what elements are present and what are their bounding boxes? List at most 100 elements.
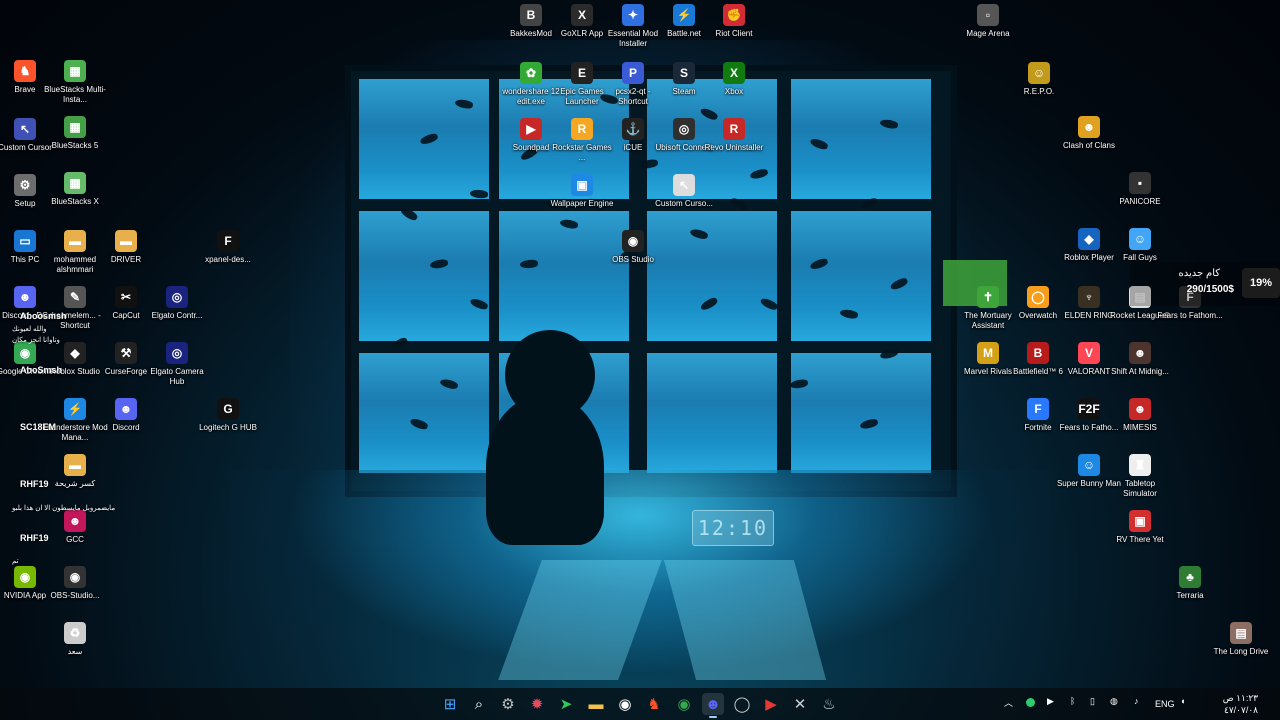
desktop-icon-label: OBS Studio [612,255,654,264]
taskbar-obs-icon[interactable]: ◉ [614,693,636,715]
taskbar-file-explorer-icon[interactable]: ▬ [585,693,607,715]
desktop-icon-panicore[interactable]: ▪ PANICORE [1107,172,1173,207]
desktop-icon-obs-studio[interactable]: ◉ OBS-Studio... [42,566,108,601]
bluetooth-icon[interactable]: ᛒ [1070,696,1075,706]
taskbar-start-icon[interactable]: ⊞ [439,693,461,715]
window-pane [791,211,931,341]
desktop-icon-wallpaper-engine[interactable]: ▣ Wallpaper Engine [549,174,615,209]
window-pane [647,353,777,473]
taskbar-search-icon[interactable]: ⌕ [468,693,490,715]
taskbar-chrome-icon[interactable]: ◉ [673,693,695,715]
desktop-icon-shift-at-midnig[interactable]: ☻ Shift At Midnig... [1107,342,1173,377]
ubisoft-connect-icon: ◎ [673,118,695,140]
desktop-icon-label: سعد [67,647,83,656]
fall-guys-icon: ☺ [1129,228,1151,250]
desktop-icon-tabletop-simulator[interactable]: ♜ Tabletop Simulator [1107,454,1173,499]
taskbar-brave-icon[interactable]: ♞ [643,693,665,715]
taskbar-goxlr-icon[interactable]: ✕ [789,693,811,715]
desktop-icon-terraria[interactable]: ♣ Terraria [1157,566,1223,601]
the-mortuary-assistant-icon: ✝ [977,286,999,308]
xbox-icon: X [723,62,745,84]
custom-cursor-icon: ↖ [14,118,36,140]
desktop-icon-custom-curso[interactable]: ↖ Custom Curso... [651,174,717,209]
valorant-icon: V [1078,342,1100,364]
taskbar-app-red-icon[interactable]: ✹ [526,693,548,715]
taskbar-overwatch-icon[interactable]: ◯ [731,693,753,715]
desktop-icon-bluestacks-x[interactable]: ▦ BlueStacks X [42,172,108,207]
logitech-g-hub-icon: G [217,398,239,420]
wondershare-12-edit-exe-icon: ✿ [520,62,542,84]
desktop-icon-the-long-drive[interactable]: ▤ The Long Drive [1208,622,1274,657]
bakkesmod-icon: B [520,4,542,26]
clash-of-clans-icon: ☻ [1078,116,1100,138]
desktop-icon-xpanel-des[interactable]: Fxpanel-des... [195,230,261,265]
r-e-p-o-icon: ☺ [1028,62,1050,84]
desktop-icon-item[interactable]: ♻ سعد [42,622,108,657]
desktop-icon-mage-arena[interactable]: ▫ Mage Arena [955,4,1021,39]
desktop-icon-rv-there-yet[interactable]: ▣ RV There Yet [1107,510,1173,545]
desktop-icon-bluestacks-multi-insta[interactable]: ▦ BlueStacks Multi-Insta... [42,60,108,105]
desktop-icon-xbox[interactable]: X Xbox [701,62,767,97]
desktop-icon-driver[interactable]: ▬ DRIVER [93,230,159,265]
tabletop-simulator-icon: ♜ [1129,454,1151,476]
desktop-icon-logitech-g-hub[interactable]: G Logitech G HUB [195,398,261,433]
discord-icon: ☻ [115,398,137,420]
rockstar-games-icon: R [571,118,593,140]
taskbar-media-player-icon[interactable]: ▶ [760,693,782,715]
panicore-icon: ▪ [1129,172,1151,194]
shift-at-midnig-icon: ☻ [1129,342,1151,364]
wallpaper-clock: 12:10 [692,510,774,546]
volume-icon[interactable]: ◖ [1180,696,1185,706]
network-icon[interactable]: ◍ [1110,696,1118,707]
desktop-icon-elgato-camera-hub[interactable]: ◎ Elgato Camera Hub [144,342,210,387]
desktop-icon-label: GCC [66,535,84,544]
taskbar-steam-icon[interactable]: ♨ [818,693,840,715]
icue-icon: ⚓ [622,118,644,140]
desktop-icon-r-e-p-o[interactable]: ☺ R.E.P.O. [1006,62,1072,97]
battlefield-6-icon: B [1027,342,1049,364]
chevron-up-icon[interactable]: ︿ [1004,696,1013,709]
desktop-icon-label: كسر شريحة [54,479,96,488]
desktop-icon-label: MIMESIS [1123,423,1157,432]
driver-icon: ▬ [115,230,137,252]
desktop-icon-gcc[interactable]: ☻ GCC [42,510,108,545]
desktop-icon-fall-guys[interactable]: ☺ Fall Guys [1107,228,1173,263]
pcsx2-qt-shortcut-icon: P [622,62,644,84]
desktop-icon-label: The Long Drive [1213,647,1269,656]
taskbar-settings-icon[interactable]: ⚙ [497,693,519,715]
taskbar-app-green-icon[interactable]: ➤ [555,693,577,715]
desktop-icon-elgato-contr[interactable]: ◎ Elgato Contr... [144,286,210,321]
desktop-icon-mimesis[interactable]: ☻ MIMESIS [1107,398,1173,433]
wallpaper-engine-icon: ▣ [571,174,593,196]
google-chrome-icon: ◉ [14,342,36,364]
the-long-drive-icon: ▤ [1230,622,1252,644]
desktop-icon-riot-client[interactable]: ✊ Riot Client [701,4,767,39]
desktop-icon-label: Riot Client [715,29,753,38]
desktop-icon-label: BlueStacks X [51,197,99,206]
battery-icon[interactable]: ▯ [1090,696,1095,707]
roblox-studio-icon: ◆ [64,342,86,364]
desktop-icon-label: RV There Yet [1116,535,1164,544]
play-icon[interactable]: ▶ [1047,696,1054,707]
desktop-icon-bluestacks-5[interactable]: ▦ BlueStacks 5 [42,116,108,151]
desktop-icon-item[interactable]: ▬ كسر شريحة [42,454,108,489]
taskbar-discord-icon[interactable]: ☻ [702,693,724,718]
overlay-chat: وتاوانا انجز مكان [12,337,60,344]
battle-net-icon: ⚡ [673,4,695,26]
nvidia-app-icon: ◉ [14,566,36,588]
epic-games-launcher-icon: E [571,62,593,84]
system-clock[interactable]: ١١:٢٣ ص ٤٧/٠٧/٠٨ [1223,692,1258,716]
fortnite-icon: F [1027,398,1049,420]
desktop-icon-obs-studio[interactable]: ◉ OBS Studio [600,230,666,265]
microphone-icon[interactable]: ♪ [1134,696,1139,706]
item-icon: ♻ [64,622,86,644]
desktop-icon-revo-uninstaller[interactable]: R Revo Uninstaller [701,118,767,153]
desktop-icon-clash-of-clans[interactable]: ☻ Clash of Clans [1056,116,1122,151]
language-indicator[interactable]: ENG [1155,699,1175,709]
essential-mod-installer-icon: ✦ [622,4,644,26]
desktop-icon-label: BlueStacks 5 [51,141,99,150]
brave-icon: ♞ [14,60,36,82]
desktop-icon-discord[interactable]: ☻ Discord [93,398,159,433]
desktop-icon-label: Shift At Midnig... [1111,367,1169,376]
status-dot-icon[interactable] [1026,698,1035,707]
